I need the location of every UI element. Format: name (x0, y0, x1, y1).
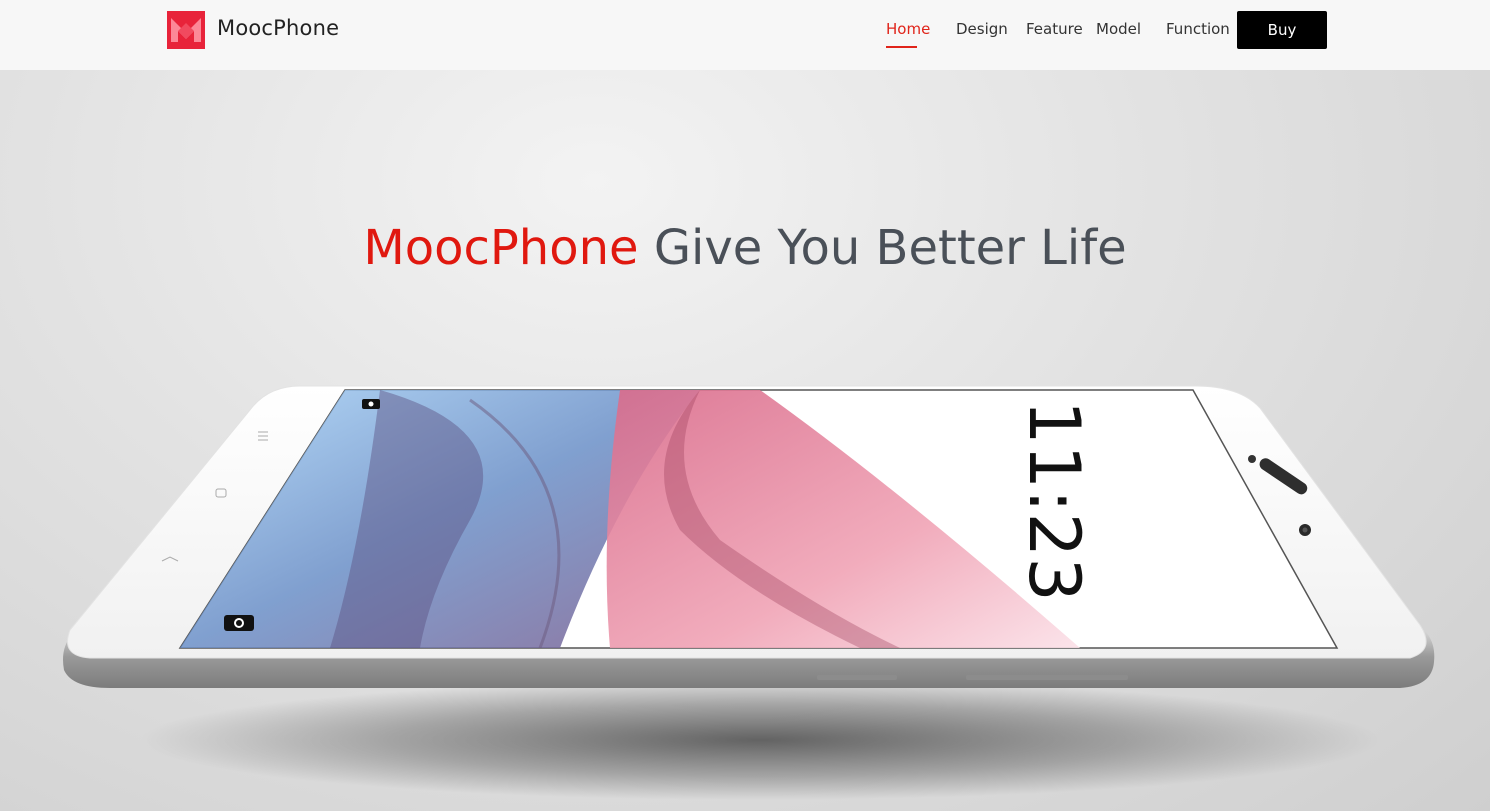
screen-clock: 11:23 (1013, 400, 1095, 602)
buy-button[interactable]: Buy (1237, 11, 1327, 49)
phone-illustration: 11:23 (63, 385, 1435, 800)
nav-model[interactable]: Model (1096, 20, 1141, 38)
hero-section: MoocPhone Give You Better Life 11:23 (0, 70, 1490, 811)
small-camera-icon (362, 399, 380, 409)
nav-home[interactable]: Home (886, 20, 930, 38)
nav-feature[interactable]: Feature (1026, 20, 1083, 38)
phone-shadow (140, 680, 1380, 800)
nav-function[interactable]: Function (1166, 20, 1230, 38)
nav-design[interactable]: Design (956, 20, 1008, 38)
brand-name[interactable]: MoocPhone (217, 16, 339, 40)
top-navigation-bar: MoocPhone Home Design Feature Model Func… (0, 0, 1490, 70)
camera-icon (224, 615, 254, 631)
power-button (966, 675, 1128, 680)
proximity-sensor (1248, 455, 1256, 463)
active-nav-underline (886, 46, 917, 48)
volume-button (817, 675, 897, 680)
m-logo-icon[interactable] (167, 11, 205, 49)
